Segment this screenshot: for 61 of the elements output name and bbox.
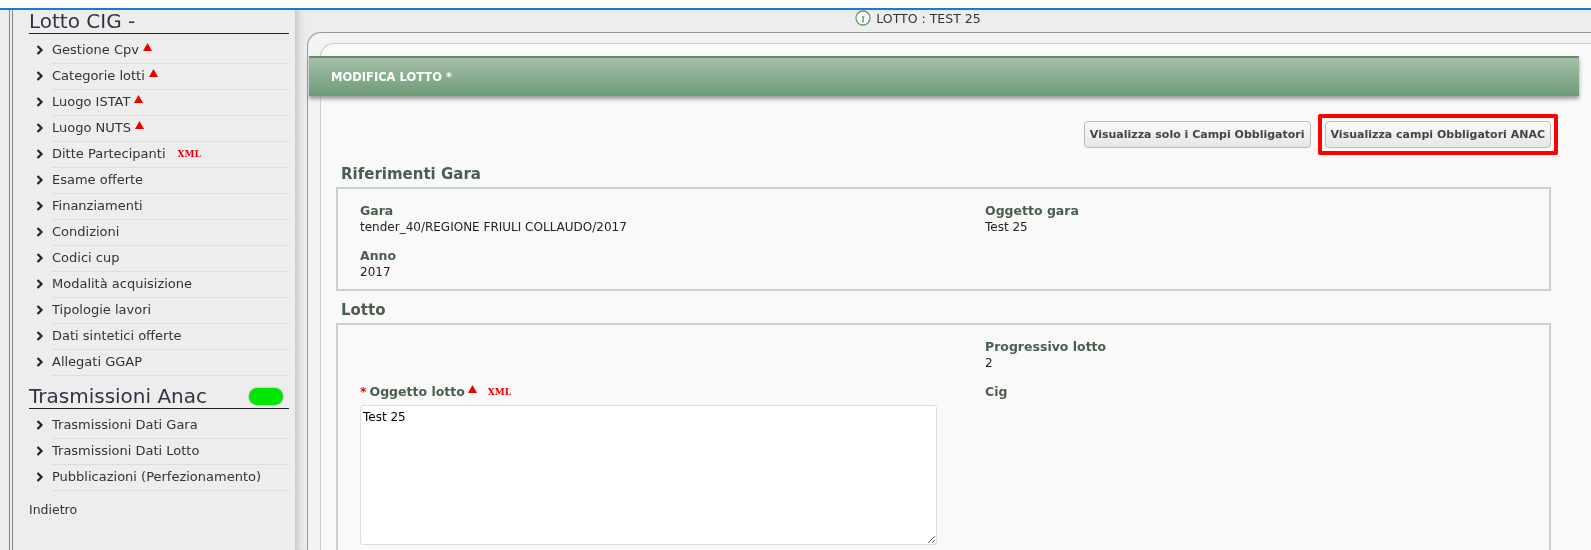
sidebar-link[interactable]: Finanziamenti	[52, 198, 143, 213]
warning-icon	[467, 384, 477, 393]
warning-icon	[148, 68, 158, 77]
field-label: Cig	[985, 384, 1008, 399]
required-asterisk: *	[360, 384, 367, 399]
warning-icon	[135, 120, 144, 129]
filter-button[interactable]: Visualizza solo i Campi Obbligatori	[1083, 121, 1311, 148]
sidebar-link[interactable]: Tipologie lavori	[52, 302, 152, 317]
field-label: Oggetto gara	[985, 203, 1079, 218]
info-icon	[855, 10, 872, 26]
chevron-icon	[35, 175, 45, 185]
sidebar-link[interactable]: Categorie lotti	[52, 68, 145, 83]
back-link[interactable]: Indietro	[29, 502, 78, 517]
sidebar-link[interactable]: Trasmissioni Dati Lotto	[52, 443, 200, 458]
field-label: Progressivo lotto	[985, 339, 1107, 354]
sidebar-link[interactable]: Gestione Cpv	[52, 42, 139, 57]
field-value: 2	[985, 356, 994, 370]
sidebar-link[interactable]: Pubblicazioni (Perfezionamento)	[52, 469, 262, 484]
chevron-icon	[35, 97, 45, 107]
chevron-icon	[35, 227, 45, 237]
chevron-icon	[35, 45, 45, 55]
field-value: Test 25	[985, 220, 1029, 234]
sidebar-link[interactable]: Modalità acquisizione	[52, 276, 193, 291]
section-heading: Riferimenti Gara	[341, 165, 482, 183]
sidebar-link[interactable]: Luogo NUTS	[52, 120, 131, 135]
xml-tag: XML	[487, 386, 512, 397]
sidebar-link[interactable]: Condizioni	[52, 224, 120, 239]
sidebar-link[interactable]: Trasmissioni Dati Gara	[52, 417, 198, 432]
sidebar-link[interactable]: Ditte Partecipanti	[52, 146, 166, 161]
chevron-icon	[35, 253, 45, 263]
filter-button[interactable]: Visualizza campi Obbligatori ANAC	[1324, 121, 1551, 148]
sidebar-link[interactable]: Esame offerte	[52, 172, 144, 187]
chevron-icon	[35, 201, 45, 211]
chevron-icon	[35, 71, 45, 81]
warning-icon	[142, 42, 152, 51]
sidebar-link[interactable]: Dati sintetici offerte	[52, 328, 182, 343]
field-label: Anno	[360, 248, 397, 263]
section-title: Trasmissioni Anac	[29, 385, 208, 407]
section-heading: Lotto	[341, 301, 387, 319]
field-label: Oggetto lotto	[369, 384, 465, 399]
chevron-icon	[35, 149, 45, 159]
field-value: tender_40/REGIONE FRIULI COLLAUDO/2017	[360, 220, 628, 234]
chevron-icon	[35, 331, 45, 341]
chevron-icon	[35, 472, 45, 482]
warning-icon	[134, 94, 144, 103]
field-label: Gara	[360, 203, 394, 218]
chevron-icon	[35, 446, 45, 456]
field-value: 2017	[360, 265, 392, 279]
section-title: Lotto CIG -	[29, 10, 136, 32]
chevron-icon	[35, 305, 45, 315]
sidebar-link[interactable]: Allegati GGAP	[52, 354, 143, 369]
sidebar-link[interactable]: Codici cup	[52, 250, 120, 265]
sidebar-link[interactable]: Luogo ISTAT	[52, 94, 131, 109]
page-title: LOTTO : TEST 25	[876, 10, 981, 26]
panel-header: MODIFICA LOTTO *	[309, 56, 1579, 96]
text-area[interactable]: Test 25	[360, 405, 937, 545]
chevron-icon	[35, 420, 45, 430]
chevron-icon	[35, 357, 45, 367]
xml-tag: XML	[177, 148, 201, 159]
chevron-icon	[35, 279, 45, 289]
chevron-icon	[35, 123, 45, 133]
